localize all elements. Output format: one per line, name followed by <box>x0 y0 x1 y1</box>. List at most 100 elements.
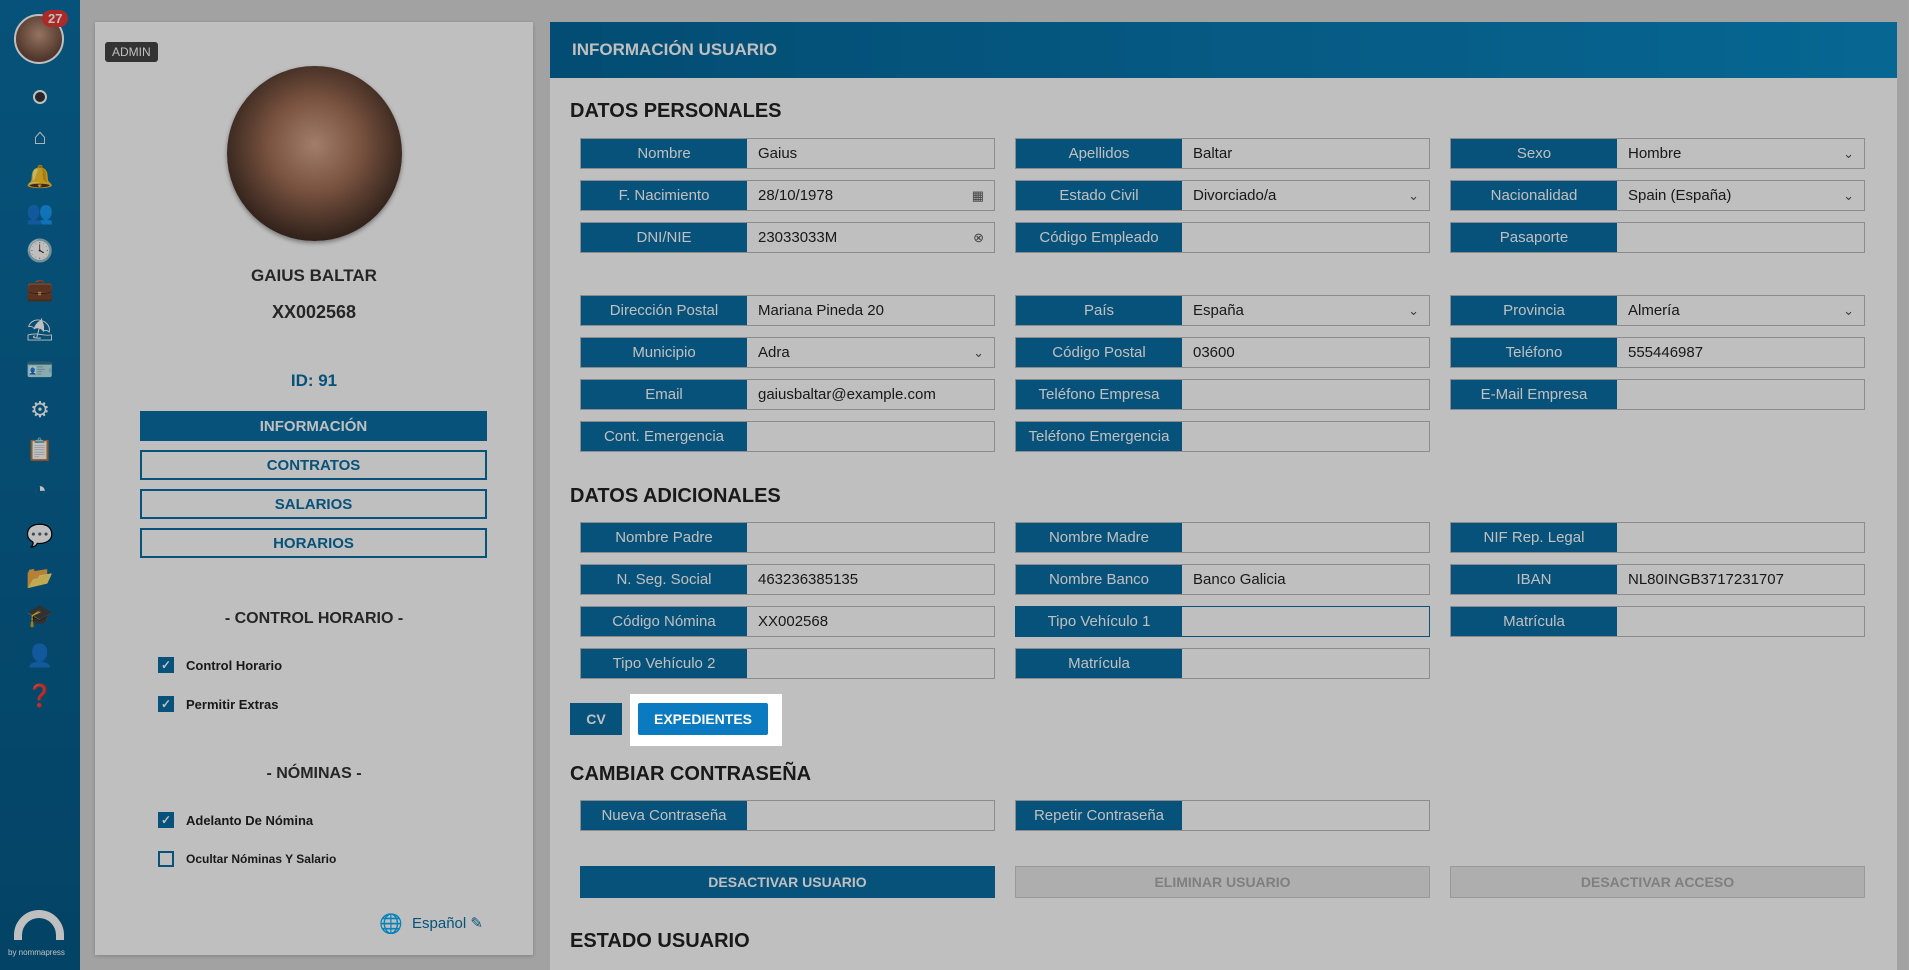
field-input[interactable] <box>747 649 994 678</box>
field-input[interactable]: 555446987 <box>1617 338 1864 367</box>
field-input[interactable] <box>1617 523 1864 552</box>
tab-informacion[interactable]: INFORMACIÓN <box>140 411 487 441</box>
chat-icon[interactable]: 💬 <box>26 523 53 549</box>
field-dni-nie[interactable]: DNI/NIE 23033033M ⊗ <box>580 222 995 253</box>
chevron-down-icon[interactable]: ⌄ <box>1408 188 1419 204</box>
field-input[interactable]: España ⌄ <box>1182 296 1429 325</box>
chevron-down-icon[interactable]: ⌄ <box>1843 146 1854 162</box>
field-input[interactable] <box>1617 607 1864 636</box>
users-icon[interactable]: 👥 <box>26 200 53 226</box>
field-c-digo-empleado[interactable]: Código Empleado <box>1015 222 1430 253</box>
delete-user-button[interactable]: ELIMINAR USUARIO <box>1015 866 1430 898</box>
pie-chart-icon[interactable]: ◔ <box>27 477 53 503</box>
field-input[interactable]: Banco Galicia <box>1182 565 1429 594</box>
field-input[interactable] <box>1617 380 1864 409</box>
field-municipio[interactable]: Municipio Adra ⌄ <box>580 337 995 368</box>
field-input[interactable]: Baltar <box>1182 139 1429 168</box>
id-card-icon[interactable]: 🪪 <box>26 357 53 383</box>
field-input[interactable]: XX002568 <box>747 607 994 636</box>
field-input[interactable] <box>747 422 994 451</box>
graduation-icon[interactable]: 🎓 <box>26 603 53 629</box>
briefcase-icon[interactable]: 💼 <box>26 277 53 303</box>
field-input[interactable] <box>747 801 994 830</box>
field-repetir-contrase-a[interactable]: Repetir Contraseña <box>1015 800 1430 831</box>
home-icon[interactable]: ⌂ <box>27 124 53 150</box>
field-nombre-padre[interactable]: Nombre Padre <box>580 522 995 553</box>
field-input[interactable]: 463236385135 <box>747 565 994 594</box>
field-input[interactable]: Adra ⌄ <box>747 338 994 367</box>
field-input[interactable]: Mariana Pineda 20 <box>747 296 994 325</box>
field-input[interactable]: Spain (España) ⌄ <box>1617 181 1864 210</box>
deactivate-access-button[interactable]: DESACTIVAR ACCESO <box>1450 866 1865 898</box>
clear-icon[interactable]: ⊗ <box>973 230 984 246</box>
calendar-icon[interactable]: ▦ <box>972 188 984 204</box>
field-pa-s[interactable]: País España ⌄ <box>1015 295 1430 326</box>
expedientes-button[interactable]: EXPEDIENTES <box>638 703 768 735</box>
field-provincia[interactable]: Provincia Almería ⌄ <box>1450 295 1865 326</box>
permitir-extras-checkbox[interactable]: ✓ Permitir Extras <box>158 696 279 712</box>
help-icon[interactable]: ❓ <box>26 683 53 709</box>
field-nif-rep-legal[interactable]: NIF Rep. Legal <box>1450 522 1865 553</box>
field-tel-fono-empresa[interactable]: Teléfono Empresa <box>1015 379 1430 410</box>
field-f-nacimiento[interactable]: F. Nacimiento 28/10/1978 ▦ <box>580 180 995 211</box>
field-input[interactable] <box>1182 801 1429 830</box>
field-nacionalidad[interactable]: Nacionalidad Spain (España) ⌄ <box>1450 180 1865 211</box>
control-horario-checkbox[interactable]: ✓ Control Horario <box>158 657 282 673</box>
field-input[interactable] <box>1182 649 1429 678</box>
field-cont-emergencia[interactable]: Cont. Emergencia <box>580 421 995 452</box>
field-apellidos[interactable]: Apellidos Baltar <box>1015 138 1430 169</box>
cv-button[interactable]: CV <box>570 703 622 735</box>
field-matr-cula[interactable]: Matrícula <box>1450 606 1865 637</box>
field-nombre-madre[interactable]: Nombre Madre <box>1015 522 1430 553</box>
tab-salarios[interactable]: SALARIOS <box>140 489 487 519</box>
field-tel-fono-emergencia[interactable]: Teléfono Emergencia <box>1015 421 1430 452</box>
field-input[interactable] <box>1182 380 1429 409</box>
field-tipo-veh-culo-1[interactable]: Tipo Vehículo 1 <box>1015 606 1430 637</box>
chevron-down-icon[interactable]: ⌄ <box>1843 188 1854 204</box>
field-nombre[interactable]: Nombre Gaius <box>580 138 995 169</box>
field-n-seg-social[interactable]: N. Seg. Social 463236385135 <box>580 564 995 595</box>
field-input[interactable] <box>747 523 994 552</box>
field-email[interactable]: Email gaiusbaltar@example.com <box>580 379 995 410</box>
field-pasaporte[interactable]: Pasaporte <box>1450 222 1865 253</box>
chevron-down-icon[interactable]: ⌄ <box>1843 303 1854 319</box>
clock-icon[interactable]: 🕓 <box>26 238 53 264</box>
clipboard-icon[interactable]: 📋 <box>26 437 53 463</box>
field-input[interactable]: Gaius <box>747 139 994 168</box>
deactivate-user-button[interactable]: DESACTIVAR USUARIO <box>580 866 995 898</box>
field-nueva-contrase-a[interactable]: Nueva Contraseña <box>580 800 995 831</box>
field-input[interactable] <box>1182 523 1429 552</box>
ocultar-nominas-checkbox[interactable]: Ocultar Nóminas Y Salario <box>158 851 336 867</box>
field-input[interactable] <box>1182 422 1429 451</box>
tab-contratos[interactable]: CONTRATOS <box>140 450 487 480</box>
field-sexo[interactable]: Sexo Hombre ⌄ <box>1450 138 1865 169</box>
language-selector[interactable]: Español ✎ <box>412 914 483 932</box>
field-c-digo-n-mina[interactable]: Código Nómina XX002568 <box>580 606 995 637</box>
field-input[interactable]: 28/10/1978 ▦ <box>747 181 994 210</box>
user-salary-icon[interactable]: 👤 <box>26 643 53 669</box>
field-input[interactable] <box>1182 607 1429 636</box>
field-c-digo-postal[interactable]: Código Postal 03600 <box>1015 337 1430 368</box>
field-input[interactable]: 03600 <box>1182 338 1429 367</box>
beach-icon[interactable]: ⛱ <box>26 317 54 343</box>
field-input[interactable]: Divorciado/a ⌄ <box>1182 181 1429 210</box>
bell-icon[interactable]: 🔔 <box>26 164 53 190</box>
field-input[interactable]: NL80INGB3717231707 <box>1617 565 1864 594</box>
field-input[interactable] <box>1182 223 1429 252</box>
chevron-down-icon[interactable]: ⌄ <box>1408 303 1419 319</box>
field-input[interactable]: Hombre ⌄ <box>1617 139 1864 168</box>
gear-icon[interactable]: ⚙ <box>27 397 53 423</box>
field-nombre-banco[interactable]: Nombre Banco Banco Galicia <box>1015 564 1430 595</box>
chevron-down-icon[interactable]: ⌄ <box>973 345 984 361</box>
field-matr-cula[interactable]: Matrícula <box>1015 648 1430 679</box>
folder-icon[interactable]: 📂 <box>26 565 53 591</box>
field-input[interactable] <box>1617 223 1864 252</box>
field-input[interactable]: gaiusbaltar@example.com <box>747 380 994 409</box>
field-iban[interactable]: IBAN NL80INGB3717231707 <box>1450 564 1865 595</box>
field-tipo-veh-culo-2[interactable]: Tipo Vehículo 2 <box>580 648 995 679</box>
field-tel-fono[interactable]: Teléfono 555446987 <box>1450 337 1865 368</box>
field-input[interactable]: 23033033M ⊗ <box>747 223 994 252</box>
tab-horarios[interactable]: HORARIOS <box>140 528 487 558</box>
field-input[interactable]: Almería ⌄ <box>1617 296 1864 325</box>
field-e-mail-empresa[interactable]: E-Mail Empresa <box>1450 379 1865 410</box>
